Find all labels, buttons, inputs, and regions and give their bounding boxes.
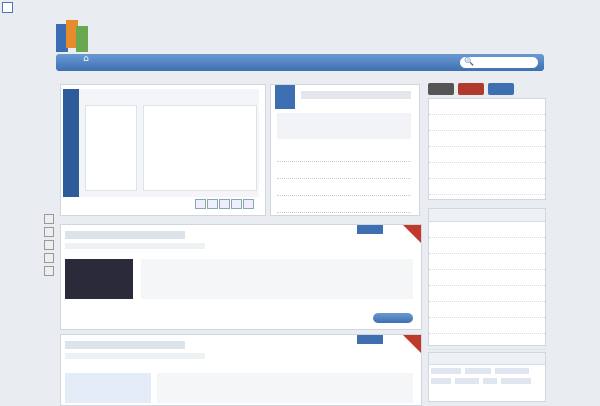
sidebar-link[interactable]: [429, 286, 545, 302]
featured-link[interactable]: [277, 196, 411, 213]
nav-item[interactable]: [190, 58, 218, 68]
featured-title[interactable]: [301, 91, 411, 99]
featured-link[interactable]: [277, 162, 411, 179]
slider-page-button[interactable]: [231, 199, 242, 209]
share-bar: [44, 214, 54, 279]
sidebar-link[interactable]: [429, 222, 545, 238]
widget-heading: [429, 353, 545, 365]
sidebar-link[interactable]: [429, 318, 545, 334]
post-meta: [65, 353, 205, 359]
sidebar-tab[interactable]: [428, 83, 454, 95]
nav-item[interactable]: [118, 58, 146, 68]
sidebar-link[interactable]: [429, 163, 545, 179]
tag-link[interactable]: [465, 368, 491, 374]
feature-slider: [60, 84, 266, 216]
slider-page-button[interactable]: [219, 199, 230, 209]
sidebar-link[interactable]: [429, 334, 545, 350]
share-icon[interactable]: [44, 266, 54, 276]
share-icon[interactable]: [44, 227, 54, 237]
category-badge[interactable]: [357, 225, 383, 234]
slider-page-button[interactable]: [195, 199, 206, 209]
read-more-button[interactable]: [373, 313, 413, 323]
tag-link[interactable]: [431, 368, 461, 374]
featured-link[interactable]: [277, 179, 411, 196]
nav-item[interactable]: [154, 58, 182, 68]
featured-post: [270, 84, 420, 216]
share-icon[interactable]: [44, 214, 54, 224]
post-title[interactable]: [65, 231, 185, 239]
share-icon[interactable]: [44, 240, 54, 250]
main-nav: ⌂ 🔍: [56, 54, 544, 71]
sidebar-link[interactable]: [429, 131, 545, 147]
post-title[interactable]: [65, 341, 185, 349]
sidebar-list: [428, 98, 546, 200]
post-thumbnail[interactable]: [65, 259, 133, 299]
sidebar-link[interactable]: [429, 179, 545, 195]
tag-cloud: [428, 352, 546, 402]
post-excerpt: [157, 373, 413, 403]
slide-image[interactable]: [63, 89, 259, 197]
sidebar-tabs: [428, 83, 544, 95]
home-icon: ⌂: [83, 54, 89, 64]
nav-home-button[interactable]: ⌂: [64, 54, 108, 71]
sidebar-link[interactable]: [429, 238, 545, 254]
widget-heading: [429, 209, 545, 222]
featured-excerpt: [277, 113, 411, 139]
featured-links: [277, 145, 411, 213]
slider-page-button[interactable]: [207, 199, 218, 209]
sidebar-link[interactable]: [429, 115, 545, 131]
nav-item[interactable]: [226, 58, 254, 68]
sidebar-link[interactable]: [429, 147, 545, 163]
post-meta: [65, 243, 205, 249]
sidebar-link[interactable]: [429, 302, 545, 318]
site-header: [56, 18, 546, 54]
site-logo[interactable]: [56, 20, 90, 52]
sidebar-widget: [428, 208, 546, 350]
search-input[interactable]: 🔍: [460, 57, 538, 68]
window-icon: [2, 2, 13, 13]
nav-item[interactable]: [262, 58, 290, 68]
share-icon[interactable]: [44, 253, 54, 263]
sidebar-link[interactable]: [429, 99, 545, 115]
new-ribbon: [403, 335, 421, 353]
category-badge[interactable]: [357, 335, 383, 344]
slider-pagination: [195, 199, 255, 212]
featured-link[interactable]: [277, 145, 411, 162]
post-card: [60, 224, 422, 330]
sidebar-link[interactable]: [429, 254, 545, 270]
search-icon: 🔍: [464, 57, 474, 66]
tag-link[interactable]: [495, 368, 529, 374]
tag-link[interactable]: [431, 378, 451, 384]
sidebar-link[interactable]: [429, 270, 545, 286]
new-ribbon: [403, 225, 421, 243]
post-thumbnail[interactable]: [65, 373, 151, 403]
nav-item[interactable]: [298, 58, 326, 68]
tag-link[interactable]: [483, 378, 497, 384]
sidebar-tab[interactable]: [458, 83, 484, 95]
sidebar-tab[interactable]: [488, 83, 514, 95]
tag-link[interactable]: [455, 378, 479, 384]
tag-link[interactable]: [501, 378, 531, 384]
featured-badge: [275, 85, 295, 109]
post-excerpt: [141, 259, 413, 299]
post-card: [60, 334, 422, 406]
slider-page-button[interactable]: [243, 199, 254, 209]
